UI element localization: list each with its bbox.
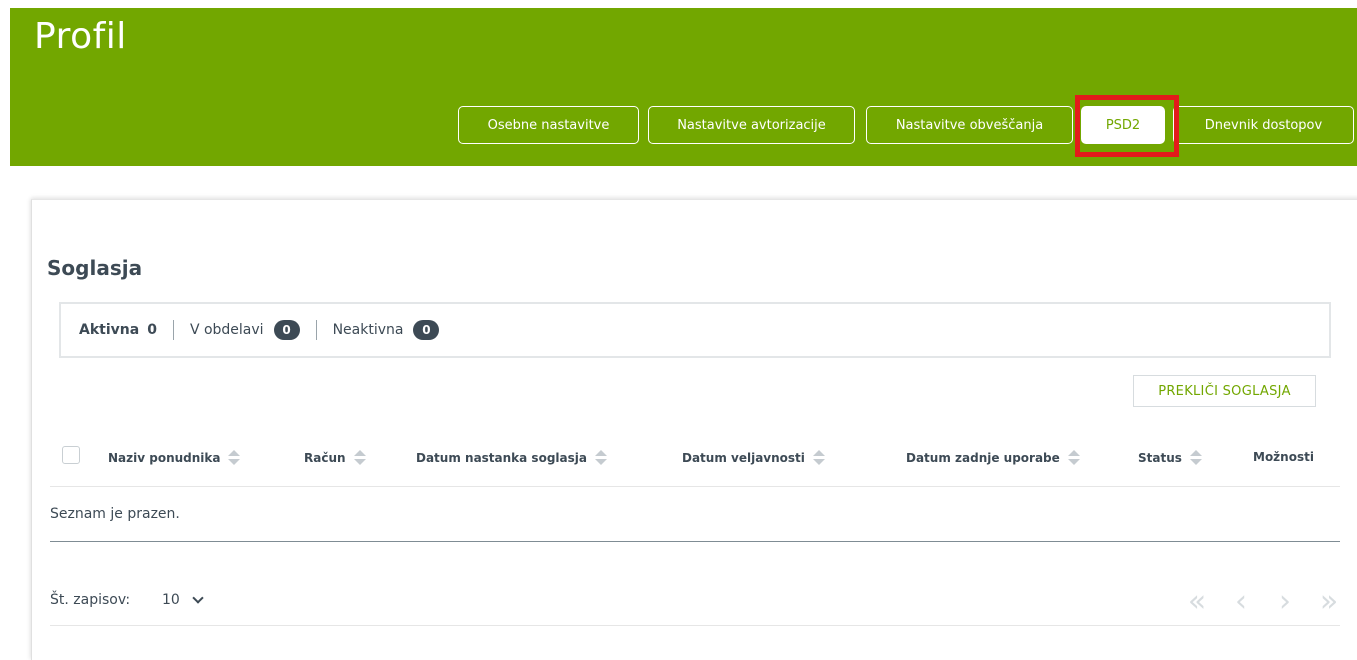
column-status[interactable]: Status: [1138, 450, 1202, 465]
chevron-down-icon: [192, 592, 204, 604]
records-per-page-label: Št. zapisov:: [50, 592, 131, 608]
header-bar: Profil Osebne nastavitve Nastavitve avto…: [10, 8, 1357, 166]
prev-page-icon[interactable]: ‹: [1226, 584, 1256, 619]
filter-count: 0: [147, 322, 157, 338]
highlight-box: [1075, 95, 1179, 157]
column-datum-nastanka[interactable]: Datum nastanka soglasja: [416, 450, 607, 465]
filter-label: Aktivna: [79, 322, 140, 338]
pagination: « ‹ › »: [1182, 584, 1344, 619]
divider: [315, 320, 317, 340]
first-page-icon[interactable]: «: [1182, 584, 1212, 619]
column-datum-zadnje-uporabe[interactable]: Datum zadnje uporabe: [906, 450, 1080, 465]
column-label: Datum zadnje uporabe: [906, 450, 1060, 465]
status-filter-bar: Aktivna 0 V obdelavi 0 Neaktivna 0: [59, 302, 1331, 358]
select-all-checkbox[interactable]: [62, 446, 80, 464]
column-label: Možnosti: [1253, 450, 1314, 464]
sort-icon: [1189, 450, 1202, 465]
empty-text: Seznam je prazen.: [50, 506, 180, 522]
empty-table-message: Seznam je prazen.: [50, 487, 1340, 542]
divider: [50, 625, 1340, 626]
next-page-icon[interactable]: ›: [1270, 584, 1300, 619]
column-label: Status: [1138, 450, 1182, 465]
last-page-icon[interactable]: »: [1314, 584, 1344, 619]
tab-nastavitve-obvescanja[interactable]: Nastavitve obveščanja: [866, 106, 1073, 144]
sort-icon: [228, 450, 241, 465]
column-datum-veljavnosti[interactable]: Datum veljavnosti: [682, 450, 825, 465]
revoke-consents-button[interactable]: PREKLIČI SOGLASJA: [1133, 375, 1316, 407]
table-header: Naziv ponudnika Račun Datum nastanka sog…: [50, 438, 1340, 487]
table-footer: Št. zapisov: 10 « ‹ › »: [50, 584, 1340, 626]
sort-icon: [812, 450, 825, 465]
column-naziv-ponudnika[interactable]: Naziv ponudnika: [108, 450, 241, 465]
filter-aktivna[interactable]: Aktivna 0: [79, 322, 157, 338]
records-value: 10: [162, 592, 180, 608]
column-label: Naziv ponudnika: [108, 450, 221, 465]
filter-neaktivna[interactable]: Neaktivna 0: [333, 320, 440, 340]
column-label: Račun: [304, 450, 346, 465]
records-per-page-select[interactable]: 10: [162, 592, 204, 608]
column-label: Datum nastanka soglasja: [416, 450, 587, 465]
tab-osebne-nastavitve[interactable]: Osebne nastavitve: [458, 106, 639, 144]
sort-icon: [353, 450, 366, 465]
sort-icon: [1067, 450, 1080, 465]
filter-v-obdelavi[interactable]: V obdelavi 0: [190, 320, 300, 340]
section-title: Soglasja: [47, 256, 143, 280]
sort-icon: [594, 450, 607, 465]
filter-label: V obdelavi: [189, 322, 264, 338]
column-moznosti: Možnosti: [1253, 450, 1314, 464]
tab-nastavitve-avtorizacije[interactable]: Nastavitve avtorizacije: [648, 106, 855, 144]
tab-dnevnik-dostopov[interactable]: Dnevnik dostopov: [1173, 106, 1354, 144]
divider: [172, 320, 174, 340]
column-racun[interactable]: Račun: [304, 450, 366, 465]
page-title: Profil: [34, 16, 127, 57]
filter-label: Neaktivna: [332, 322, 404, 338]
count-badge: 0: [413, 320, 440, 340]
column-label: Datum veljavnosti: [682, 450, 805, 465]
consents-panel: Soglasja Aktivna 0 V obdelavi 0 Neaktivn…: [31, 199, 1357, 660]
count-badge: 0: [273, 320, 300, 340]
